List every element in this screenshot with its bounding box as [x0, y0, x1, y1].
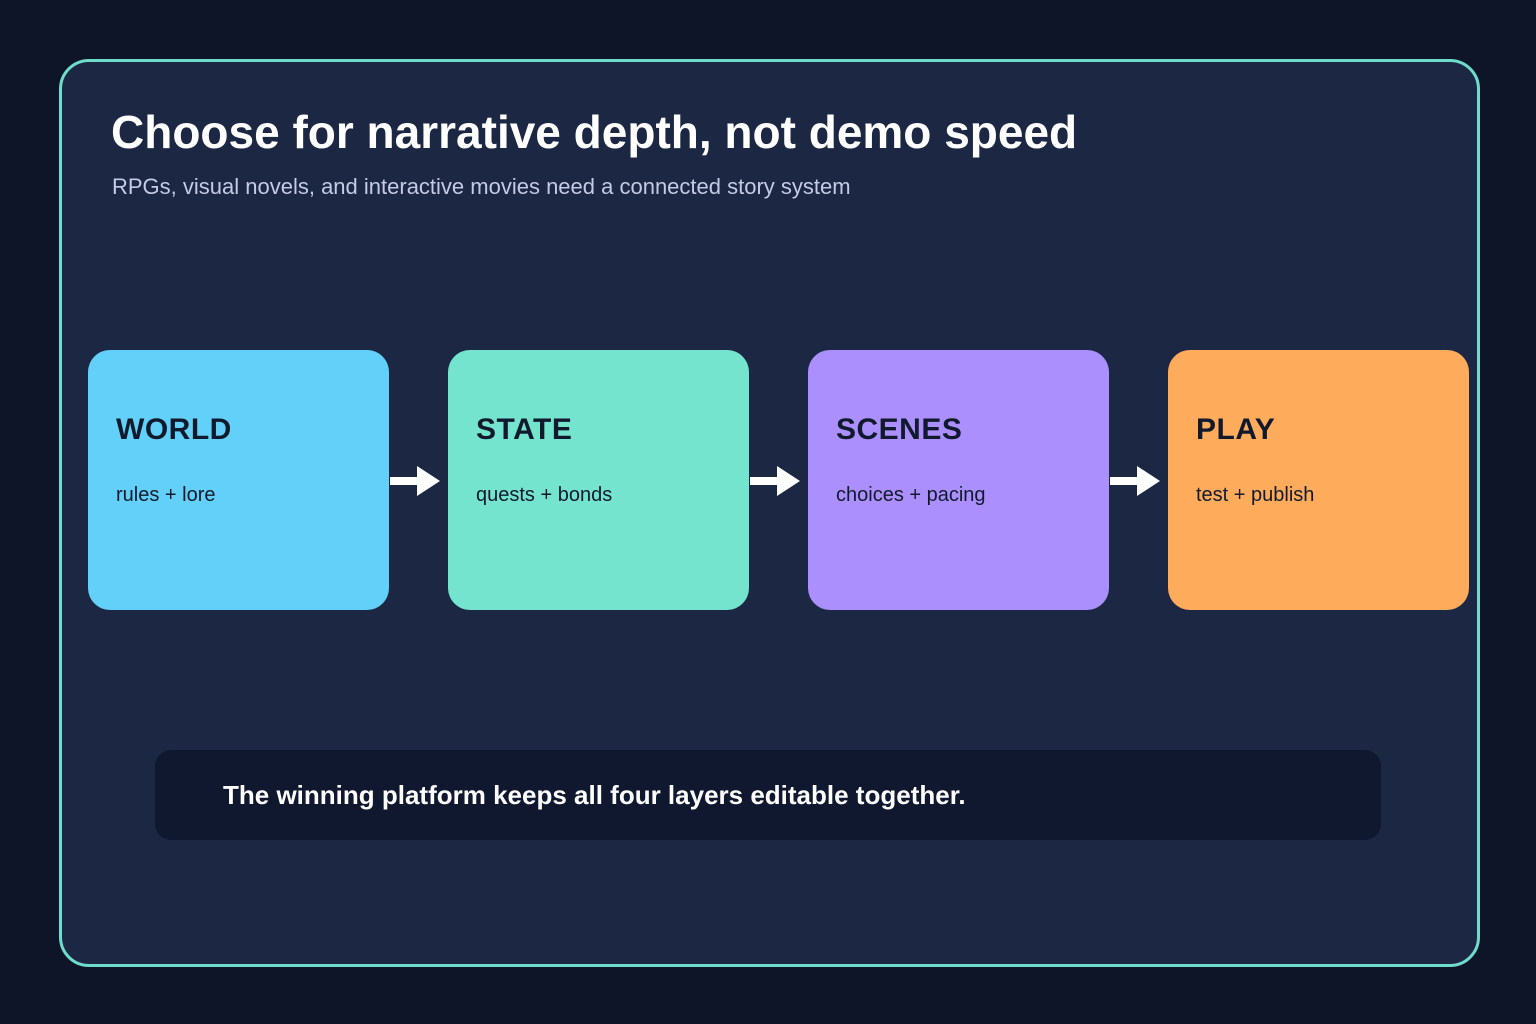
flow-box-scenes: SCENES choices + pacing — [808, 350, 1109, 610]
flow-box-label: STATE — [476, 413, 573, 446]
flow-box-play: PLAY test + publish — [1168, 350, 1469, 610]
arrow-right-icon — [1110, 466, 1160, 496]
slide-subtitle: RPGs, visual novels, and interactive mov… — [112, 174, 851, 199]
arrow-right-icon — [750, 466, 800, 496]
flow-box-state: STATE quests + bonds — [448, 350, 749, 610]
flow-box-sublabel: rules + lore — [116, 484, 216, 506]
takeaway-text: The winning platform keeps all four laye… — [223, 780, 966, 810]
flow-box-label: PLAY — [1196, 413, 1276, 446]
flow-box-label: WORLD — [116, 413, 232, 446]
flow-box-sublabel: choices + pacing — [836, 484, 986, 506]
flow-box-label: SCENES — [836, 413, 963, 446]
flow-box-sublabel: test + publish — [1196, 484, 1315, 506]
slide-title: Choose for narrative depth, not demo spe… — [111, 106, 1078, 158]
flow-box-world: WORLD rules + lore — [88, 350, 389, 610]
takeaway-banner: The winning platform keeps all four laye… — [155, 750, 1381, 840]
slide: Choose for narrative depth, not demo spe… — [0, 0, 1536, 1024]
flow-box-sublabel: quests + bonds — [476, 484, 613, 506]
arrow-right-icon — [390, 466, 440, 496]
